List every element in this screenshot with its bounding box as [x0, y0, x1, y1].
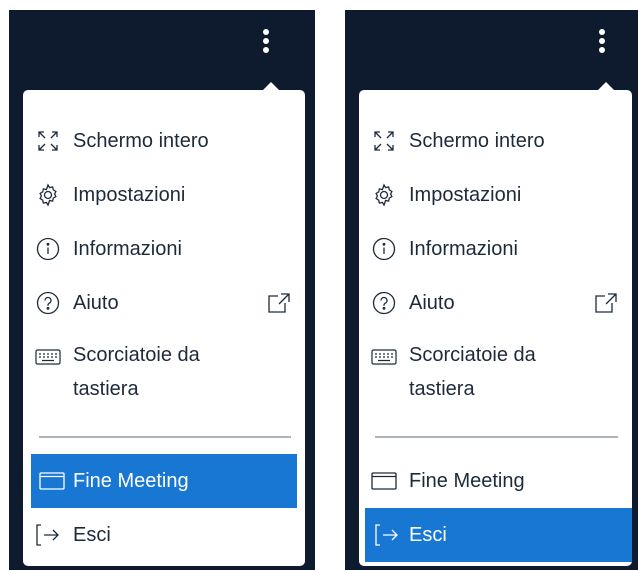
window-icon: [31, 454, 73, 508]
info-icon: [23, 222, 73, 276]
menu-item-help[interactable]: Aiuto: [23, 276, 305, 330]
menu-item-label: Scorciatoie da tastiera: [73, 344, 200, 400]
window-icon: [359, 454, 409, 508]
right-panel: Schermo intero Impostazioni Informazioni: [345, 10, 638, 570]
info-icon: [359, 222, 409, 276]
options-menu: Schermo intero Impostazioni Informazioni: [23, 82, 305, 566]
menu-item-label: Informazioni: [409, 237, 518, 260]
menu-item-fullscreen[interactable]: Schermo intero: [23, 114, 305, 168]
menu-item-label: Fine Meeting: [409, 469, 525, 492]
menu-item-settings[interactable]: Impostazioni: [359, 168, 632, 222]
menu-item-label: Esci: [409, 523, 447, 546]
menu-item-keyboard-shortcuts[interactable]: Scorciatoie da tastiera: [23, 330, 305, 416]
menu-item-exit[interactable]: Esci: [23, 508, 305, 562]
menu-item-label: Fine Meeting: [73, 469, 189, 492]
menu-item-fullscreen[interactable]: Schermo intero: [359, 114, 632, 168]
menu-item-label: Informazioni: [73, 237, 182, 260]
menu-item-keyboard-shortcuts[interactable]: Scorciatoie da tastiera: [359, 330, 632, 416]
gear-icon: [23, 168, 73, 222]
menu-item-exit[interactable]: Esci: [365, 508, 632, 562]
menu-divider: [39, 436, 291, 438]
menu-arrow: [596, 82, 616, 92]
help-icon: [359, 276, 409, 330]
external-link-icon: [594, 292, 618, 314]
menu-item-info[interactable]: Informazioni: [359, 222, 632, 276]
menu-item-info[interactable]: Informazioni: [23, 222, 305, 276]
fullscreen-icon: [359, 114, 409, 168]
menu-item-label: Impostazioni: [73, 183, 186, 206]
logout-icon: [365, 508, 409, 562]
more-options-icon[interactable]: [598, 23, 606, 57]
keyboard-icon: [359, 330, 409, 384]
left-panel: Schermo intero Impostazioni Informazioni: [9, 10, 315, 570]
menu-item-help[interactable]: Aiuto: [359, 276, 632, 330]
menu-arrow: [261, 82, 281, 92]
menu-item-end-meeting[interactable]: Fine Meeting: [359, 454, 632, 508]
options-menu: Schermo intero Impostazioni Informazioni: [359, 82, 632, 566]
help-icon: [23, 276, 73, 330]
menu-item-settings[interactable]: Impostazioni: [23, 168, 305, 222]
keyboard-icon: [23, 330, 73, 384]
menu-item-label: Aiuto: [73, 291, 119, 314]
menu-divider: [375, 436, 618, 438]
menu-item-label: Esci: [73, 523, 111, 546]
fullscreen-icon: [23, 114, 73, 168]
menu-item-label: Impostazioni: [409, 183, 522, 206]
menu-item-end-meeting[interactable]: Fine Meeting: [31, 454, 297, 508]
menu-item-label: Schermo intero: [409, 129, 545, 152]
menu-item-label: Scorciatoie da tastiera: [409, 344, 536, 400]
logout-icon: [23, 508, 73, 562]
gear-icon: [359, 168, 409, 222]
more-options-icon[interactable]: [262, 23, 270, 57]
menu-item-label: Schermo intero: [73, 129, 209, 152]
external-link-icon: [267, 292, 291, 314]
menu-item-label: Aiuto: [409, 291, 455, 314]
